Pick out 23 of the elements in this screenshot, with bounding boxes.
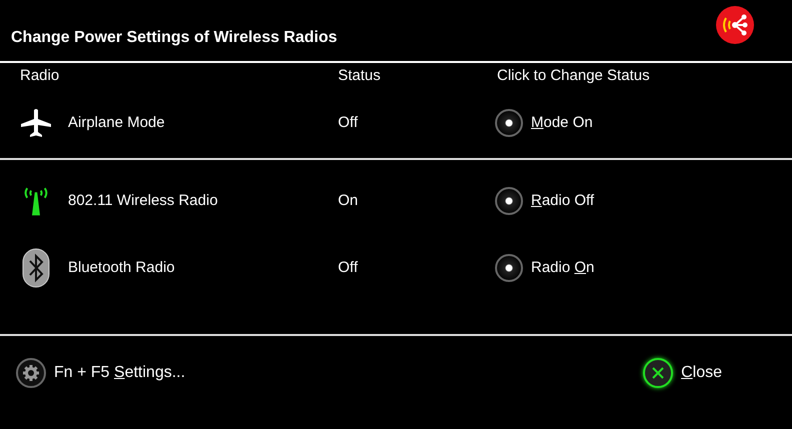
radio-name: 802.11 Wireless Radio xyxy=(68,192,219,209)
close-icon xyxy=(643,358,674,388)
radio-status: Off xyxy=(338,259,359,276)
radio-knob-icon xyxy=(495,254,523,282)
radio-name: Airplane Mode xyxy=(68,114,166,131)
close-button[interactable]: Close xyxy=(643,358,722,388)
bluetooth-icon xyxy=(22,248,50,288)
radio-name: Bluetooth Radio xyxy=(68,259,176,276)
gear-icon xyxy=(16,358,46,388)
radio-status: On xyxy=(338,192,360,209)
toggle-button[interactable]: Mode On xyxy=(495,108,593,136)
column-header: Status xyxy=(338,66,382,84)
toggle-button[interactable]: Radio Off xyxy=(495,186,594,214)
radio-knob-icon xyxy=(495,186,523,214)
window-title: Change Power Settings of Wireless Radios xyxy=(11,28,338,46)
column-header: Radio xyxy=(20,66,60,84)
airplane-icon xyxy=(20,108,52,138)
radio-status: Off xyxy=(338,114,359,131)
radio-knob-icon xyxy=(495,108,523,136)
wireless-logo-icon xyxy=(716,6,754,44)
toggle-button[interactable]: Radio On xyxy=(495,254,594,282)
column-header: Click to Change Status xyxy=(497,66,651,84)
settings-button[interactable]: Fn + F5 Settings... xyxy=(16,358,186,388)
